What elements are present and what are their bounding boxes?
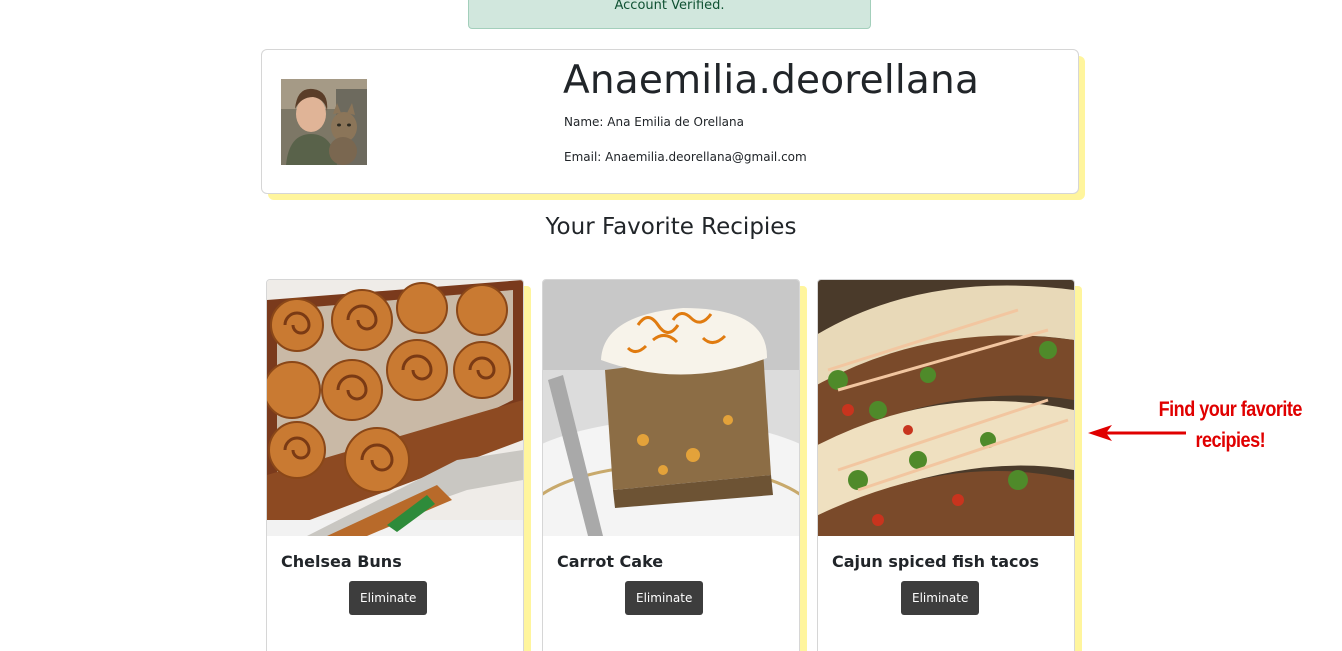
profile-name: Name: Ana Emilia de Orellana	[564, 115, 744, 129]
page: Account Verified. Anaemilia.deorellana N…	[0, 0, 1342, 651]
recipe-title: Chelsea Buns	[281, 552, 402, 571]
eliminate-button[interactable]: Eliminate	[625, 581, 704, 615]
annotation-callout: Find your favorite recipies!	[1146, 394, 1315, 456]
eliminate-button[interactable]: Eliminate	[901, 581, 980, 615]
recipe-image-chelsea-buns[interactable]	[267, 280, 523, 536]
favorites-heading: Your Favorite Recipies	[545, 214, 797, 240]
eliminate-button[interactable]: Eliminate	[349, 581, 428, 615]
recipe-title: Cajun spiced fish tacos	[832, 552, 1039, 571]
annotation-line-1: Find your favorite	[1158, 398, 1303, 421]
recipe-image-carrot-cake[interactable]	[543, 280, 799, 536]
profile-email: Email: Anaemilia.deorellana@gmail.com	[564, 150, 807, 164]
recipe-card-fish-tacos: Cajun spiced fish tacos Eliminate	[817, 279, 1075, 651]
recipe-card-carrot-cake: Carrot Cake Eliminate	[542, 279, 800, 651]
avatar	[281, 79, 367, 165]
profile-username: Anaemilia.deorellana	[563, 58, 980, 103]
recipe-card-chelsea-buns: Chelsea Buns Eliminate	[266, 279, 524, 651]
recipe-image-fish-tacos[interactable]	[818, 280, 1074, 536]
recipe-title: Carrot Cake	[557, 552, 664, 571]
annotation-line-2: recipies!	[1195, 429, 1266, 452]
account-verified-alert: Account Verified.	[468, 0, 871, 29]
profile-card: Anaemilia.deorellana Name: Ana Emilia de…	[261, 49, 1079, 194]
alert-text: Account Verified.	[614, 0, 725, 13]
